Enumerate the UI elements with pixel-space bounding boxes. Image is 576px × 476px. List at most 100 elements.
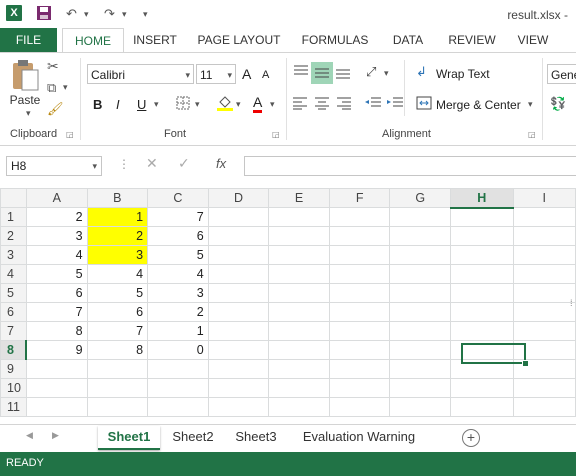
cell-i7[interactable] xyxy=(512,321,576,341)
merge-center-dropdown-icon[interactable]: ▾ xyxy=(528,99,533,110)
cell-d6[interactable] xyxy=(207,302,270,322)
cell-a5[interactable]: 6 xyxy=(25,283,88,303)
cell-h1[interactable] xyxy=(450,207,514,227)
cell-g10[interactable] xyxy=(389,378,452,398)
cell-g7[interactable] xyxy=(389,321,452,341)
column-header-h[interactable]: H xyxy=(450,188,514,209)
cell-b8[interactable]: 8 xyxy=(86,340,149,360)
grow-font-button[interactable]: A xyxy=(242,66,251,82)
underline-dropdown-icon[interactable]: ▾ xyxy=(154,99,159,110)
fill-handle[interactable] xyxy=(522,360,529,367)
cell-c11[interactable] xyxy=(147,397,209,417)
sheet-tab-evaluation-warning[interactable]: Evaluation Warning xyxy=(292,426,426,448)
cell-g1[interactable] xyxy=(389,207,452,227)
cell-g3[interactable] xyxy=(389,245,452,265)
row-header[interactable]: 10 xyxy=(0,378,27,398)
column-header-e[interactable]: E xyxy=(268,188,330,208)
cell-d4[interactable] xyxy=(207,264,270,284)
row-header[interactable]: 4 xyxy=(0,264,27,284)
cell-a9[interactable] xyxy=(25,359,88,379)
fill-color-icon[interactable] xyxy=(216,94,234,112)
cell-f1[interactable] xyxy=(328,207,391,227)
cell-i6[interactable] xyxy=(512,302,576,322)
cell-g6[interactable] xyxy=(389,302,452,322)
paste-button[interactable]: Paste xyxy=(8,93,42,107)
cell-f9[interactable] xyxy=(328,359,391,379)
cell-c9[interactable] xyxy=(147,359,209,379)
cell-h11[interactable] xyxy=(450,397,514,417)
wrap-text-icon[interactable]: ↲ xyxy=(416,64,427,80)
cell-b10[interactable] xyxy=(86,378,149,398)
cell-i4[interactable] xyxy=(512,264,576,284)
enter-icon[interactable]: ✓ xyxy=(178,155,190,172)
cell-d1[interactable] xyxy=(207,207,270,227)
cell-h5[interactable] xyxy=(450,283,514,303)
copy-icon[interactable]: ⧉ xyxy=(47,80,56,96)
cell-d10[interactable] xyxy=(207,378,270,398)
active-cell-h8[interactable] xyxy=(461,343,526,364)
orientation-icon[interactable]: ⤢ xyxy=(366,64,376,80)
cell-g5[interactable] xyxy=(389,283,452,303)
column-header-a[interactable]: A xyxy=(25,188,88,208)
cell-g11[interactable] xyxy=(389,397,452,417)
cell-b3[interactable]: 3 xyxy=(86,245,149,265)
undo-dropdown-icon[interactable]: ▾ xyxy=(84,9,89,20)
alignment-launcher-icon[interactable]: ◲ xyxy=(528,130,536,139)
cell-b4[interactable]: 4 xyxy=(86,264,149,284)
align-center-icon[interactable] xyxy=(314,96,330,110)
underline-button[interactable]: U xyxy=(137,97,146,112)
cell-h10[interactable] xyxy=(450,378,514,398)
cell-b7[interactable]: 7 xyxy=(86,321,149,341)
borders-icon[interactable] xyxy=(176,96,190,110)
column-header-b[interactable]: B xyxy=(86,188,149,208)
cell-e3[interactable] xyxy=(268,245,330,265)
sheet-tab-sheet3[interactable]: Sheet3 xyxy=(228,426,284,448)
clipboard-launcher-icon[interactable]: ◲ xyxy=(66,130,74,139)
cell-f11[interactable] xyxy=(328,397,391,417)
cell-d3[interactable] xyxy=(207,245,270,265)
cell-e1[interactable] xyxy=(268,207,330,227)
font-name-combo[interactable]: Calibri ▾ xyxy=(87,64,194,84)
font-color-button[interactable]: A xyxy=(253,95,263,113)
align-middle-button[interactable] xyxy=(311,62,333,84)
sheet-tab-sheet2[interactable]: Sheet2 xyxy=(164,426,222,448)
cell-d7[interactable] xyxy=(207,321,270,341)
column-header-c[interactable]: C xyxy=(147,188,209,208)
cell-f10[interactable] xyxy=(328,378,391,398)
select-all-corner[interactable] xyxy=(0,188,27,208)
cell-a4[interactable]: 5 xyxy=(25,264,88,284)
cell-i11[interactable] xyxy=(512,397,576,417)
cell-g8[interactable] xyxy=(389,340,452,360)
cell-f8[interactable] xyxy=(328,340,391,360)
split-handle-icon[interactable]: ⁞ xyxy=(570,298,573,308)
cell-a2[interactable]: 3 xyxy=(25,226,88,246)
cell-c5[interactable]: 3 xyxy=(147,283,209,303)
cell-g9[interactable] xyxy=(389,359,452,379)
cell-f6[interactable] xyxy=(328,302,391,322)
cell-d9[interactable] xyxy=(207,359,270,379)
merge-center-icon[interactable] xyxy=(416,95,432,111)
cell-i3[interactable] xyxy=(512,245,576,265)
align-right-icon[interactable] xyxy=(336,96,352,110)
column-header-g[interactable]: G xyxy=(389,188,452,208)
row-header[interactable]: 9 xyxy=(0,359,27,379)
font-size-combo[interactable]: 11 ▾ xyxy=(196,64,236,84)
cell-e10[interactable] xyxy=(268,378,330,398)
cell-c6[interactable]: 2 xyxy=(147,302,209,322)
cell-h6[interactable] xyxy=(450,302,514,322)
cell-i10[interactable] xyxy=(512,378,576,398)
row-header[interactable]: 5 xyxy=(0,283,27,303)
cell-a6[interactable]: 7 xyxy=(25,302,88,322)
cell-b9[interactable] xyxy=(86,359,149,379)
save-icon[interactable] xyxy=(36,5,52,21)
cell-c2[interactable]: 6 xyxy=(147,226,209,246)
tab-home[interactable]: HOME xyxy=(62,28,124,53)
cell-b6[interactable]: 6 xyxy=(86,302,149,322)
cell-a11[interactable] xyxy=(25,397,88,417)
name-box[interactable]: H8 ▾ xyxy=(6,156,102,176)
font-launcher-icon[interactable]: ◲ xyxy=(272,130,280,139)
format-painter-icon[interactable]: 🖌 xyxy=(47,101,64,117)
cell-f5[interactable] xyxy=(328,283,391,303)
cancel-icon[interactable]: ✕ xyxy=(146,155,158,172)
cell-g4[interactable] xyxy=(389,264,452,284)
